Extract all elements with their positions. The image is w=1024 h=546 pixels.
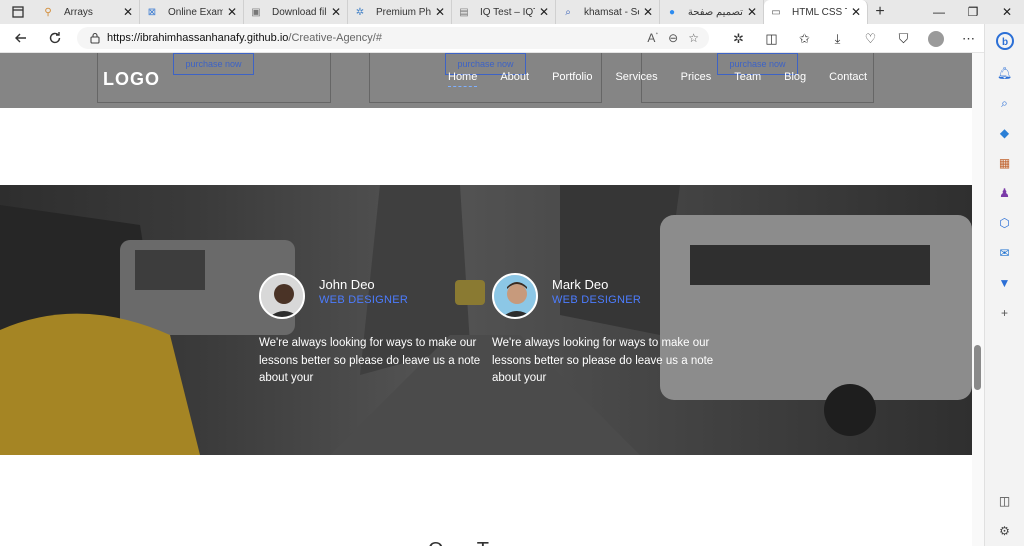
favorite-star-icon[interactable]: ☆: [688, 31, 699, 45]
tab-actions-icon: [12, 6, 24, 18]
tab-active[interactable]: ▭HTML CSS Te✕: [764, 0, 868, 24]
circle-icon: ●: [668, 6, 676, 18]
testimonial-name: John Deo: [319, 277, 375, 292]
avatar: [259, 273, 305, 319]
street-background-image: [0, 185, 972, 455]
arrow-left-icon: [15, 33, 26, 43]
address-bar: https://ibrahimhassanhanafy.github.io/Cr…: [0, 24, 1024, 53]
testimonial-role: WEB DESIGNER: [552, 294, 642, 306]
close-icon[interactable]: ✕: [435, 5, 445, 19]
menu-item-contact[interactable]: Contact: [829, 71, 867, 83]
settings-gear-icon[interactable]: ⚙: [985, 516, 1024, 546]
gear-icon: ✲: [355, 6, 365, 18]
outlook-icon[interactable]: ✉: [985, 238, 1024, 268]
notifications-icon[interactable]: 🔔︎: [985, 58, 1024, 88]
menu-item-services[interactable]: Services: [615, 71, 657, 83]
drop-icon[interactable]: ▼: [985, 268, 1024, 298]
extensions-icon[interactable]: ✲: [722, 31, 755, 47]
tab[interactable]: ● تصميم صفحة ✕: [660, 0, 764, 24]
url-text: https://ibrahimhassanhanafy.github.io/Cr…: [107, 32, 382, 44]
avatar: [492, 273, 538, 319]
close-icon[interactable]: ✕: [643, 5, 653, 19]
performance-icon[interactable]: ♡: [854, 31, 887, 47]
main-menu: Home About Portfolio Services Prices Tea…: [448, 71, 890, 87]
refresh-button[interactable]: [40, 24, 70, 53]
close-icon[interactable]: ✕: [227, 5, 237, 19]
page-scrollbar[interactable]: [972, 53, 984, 546]
close-icon[interactable]: ✕: [123, 5, 133, 19]
code-icon: ⚲: [44, 6, 52, 18]
favorites-icon[interactable]: ✩: [788, 31, 821, 47]
purchase-now-button[interactable]: purchase now: [173, 53, 254, 75]
site-header: LOGO purchase now purchase now purchase …: [0, 53, 972, 108]
menu-item-blog[interactable]: Blog: [784, 71, 806, 83]
refresh-icon: [49, 32, 61, 44]
back-button[interactable]: [6, 24, 36, 53]
tab[interactable]: ⚲ Arrays ✕: [36, 0, 140, 24]
menu-item-portfolio[interactable]: Portfolio: [552, 71, 592, 83]
close-icon[interactable]: ✕: [747, 5, 757, 19]
page-viewport: LOGO purchase now purchase now purchase …: [0, 53, 972, 546]
browser-essentials-icon[interactable]: ⛉: [887, 31, 920, 47]
tab[interactable]: ▣ Download file ✕: [244, 0, 348, 24]
shopping-icon[interactable]: ◆: [985, 118, 1024, 148]
next-section-title: O T: [428, 539, 503, 546]
testimonial-quote: We're always looking for ways to make ou…: [259, 337, 481, 384]
new-tab-button[interactable]: +: [868, 0, 892, 24]
close-icon[interactable]: ✕: [851, 5, 861, 19]
lock-icon[interactable]: [83, 32, 107, 44]
add-sidebar-item-icon[interactable]: +: [985, 298, 1024, 328]
testimonial-quote: We're always looking for ways to make ou…: [492, 337, 714, 384]
menu-item-team[interactable]: Team: [734, 71, 761, 83]
document-icon: ▭: [771, 6, 781, 18]
menu-item-prices[interactable]: Prices: [681, 71, 712, 83]
tab[interactable]: ✲ Premium Pho ✕: [348, 0, 452, 24]
menu-item-home[interactable]: Home: [448, 71, 478, 87]
browser-toolbar: ✲ ◫ ✩ ⤓ ♡ ⛉ ⋯: [722, 24, 985, 53]
url-field[interactable]: https://ibrahimhassanhanafy.github.io/Cr…: [77, 27, 709, 49]
close-window-icon[interactable]: ✕: [990, 0, 1024, 24]
page-icon: ▤: [459, 6, 469, 18]
menu-item-about[interactable]: About: [500, 71, 529, 83]
testimonials-section: John Deo WEB DESIGNER We're always looki…: [0, 185, 972, 455]
tab-actions-button[interactable]: [0, 0, 36, 24]
svg-text:b: b: [1002, 37, 1008, 48]
window-controls: — ❐ ✕: [922, 0, 1024, 24]
split-screen-icon[interactable]: ◫: [755, 31, 788, 47]
tab-bar: ⚲ Arrays ✕ ⊠ Online Exam ✕ ▣ Download file ✕ ✲…: [0, 0, 1024, 24]
search-icon: ⌕: [565, 6, 571, 18]
tab[interactable]: ⊠ Online Exam ✕: [140, 0, 244, 24]
restore-icon[interactable]: ❐: [956, 0, 990, 24]
games-icon[interactable]: ♟: [985, 178, 1024, 208]
close-icon[interactable]: ✕: [331, 5, 341, 19]
testimonial-name: Mark Deo: [552, 277, 609, 292]
profile-avatar[interactable]: [928, 30, 944, 47]
downloads-icon[interactable]: ⤓: [821, 31, 854, 47]
minimize-icon[interactable]: —: [922, 0, 956, 24]
bing-chat-icon[interactable]: b: [985, 24, 1024, 58]
more-menu-icon[interactable]: ⋯: [952, 31, 985, 47]
read-aloud-icon[interactable]: Aᐩ: [647, 31, 658, 45]
search-icon[interactable]: ⌕: [985, 88, 1024, 118]
site-logo[interactable]: LOGO: [103, 69, 160, 90]
close-icon[interactable]: ✕: [539, 5, 549, 19]
tools-icon[interactable]: ▦: [985, 148, 1024, 178]
sidebar-toggle-icon[interactable]: ◫: [985, 486, 1024, 516]
file-icon: ▣: [251, 6, 261, 18]
tab[interactable]: ⌕khamsat - Sea✕: [556, 0, 660, 24]
office-icon[interactable]: ⬡: [985, 208, 1024, 238]
browser-sidebar: b 🔔︎ ⌕ ◆ ▦ ♟ ⬡ ✉ ▼ + ◫ ⚙: [984, 24, 1024, 546]
code-icon: ⊠: [147, 6, 157, 18]
zoom-icon[interactable]: ⊖: [668, 31, 678, 45]
testimonial-role: WEB DESIGNER: [319, 294, 409, 306]
url-actions: Aᐩ ⊖ ☆: [647, 31, 699, 45]
tab[interactable]: ▤IQ Test – IQTe✕: [452, 0, 556, 24]
scrollbar-thumb[interactable]: [974, 345, 981, 390]
